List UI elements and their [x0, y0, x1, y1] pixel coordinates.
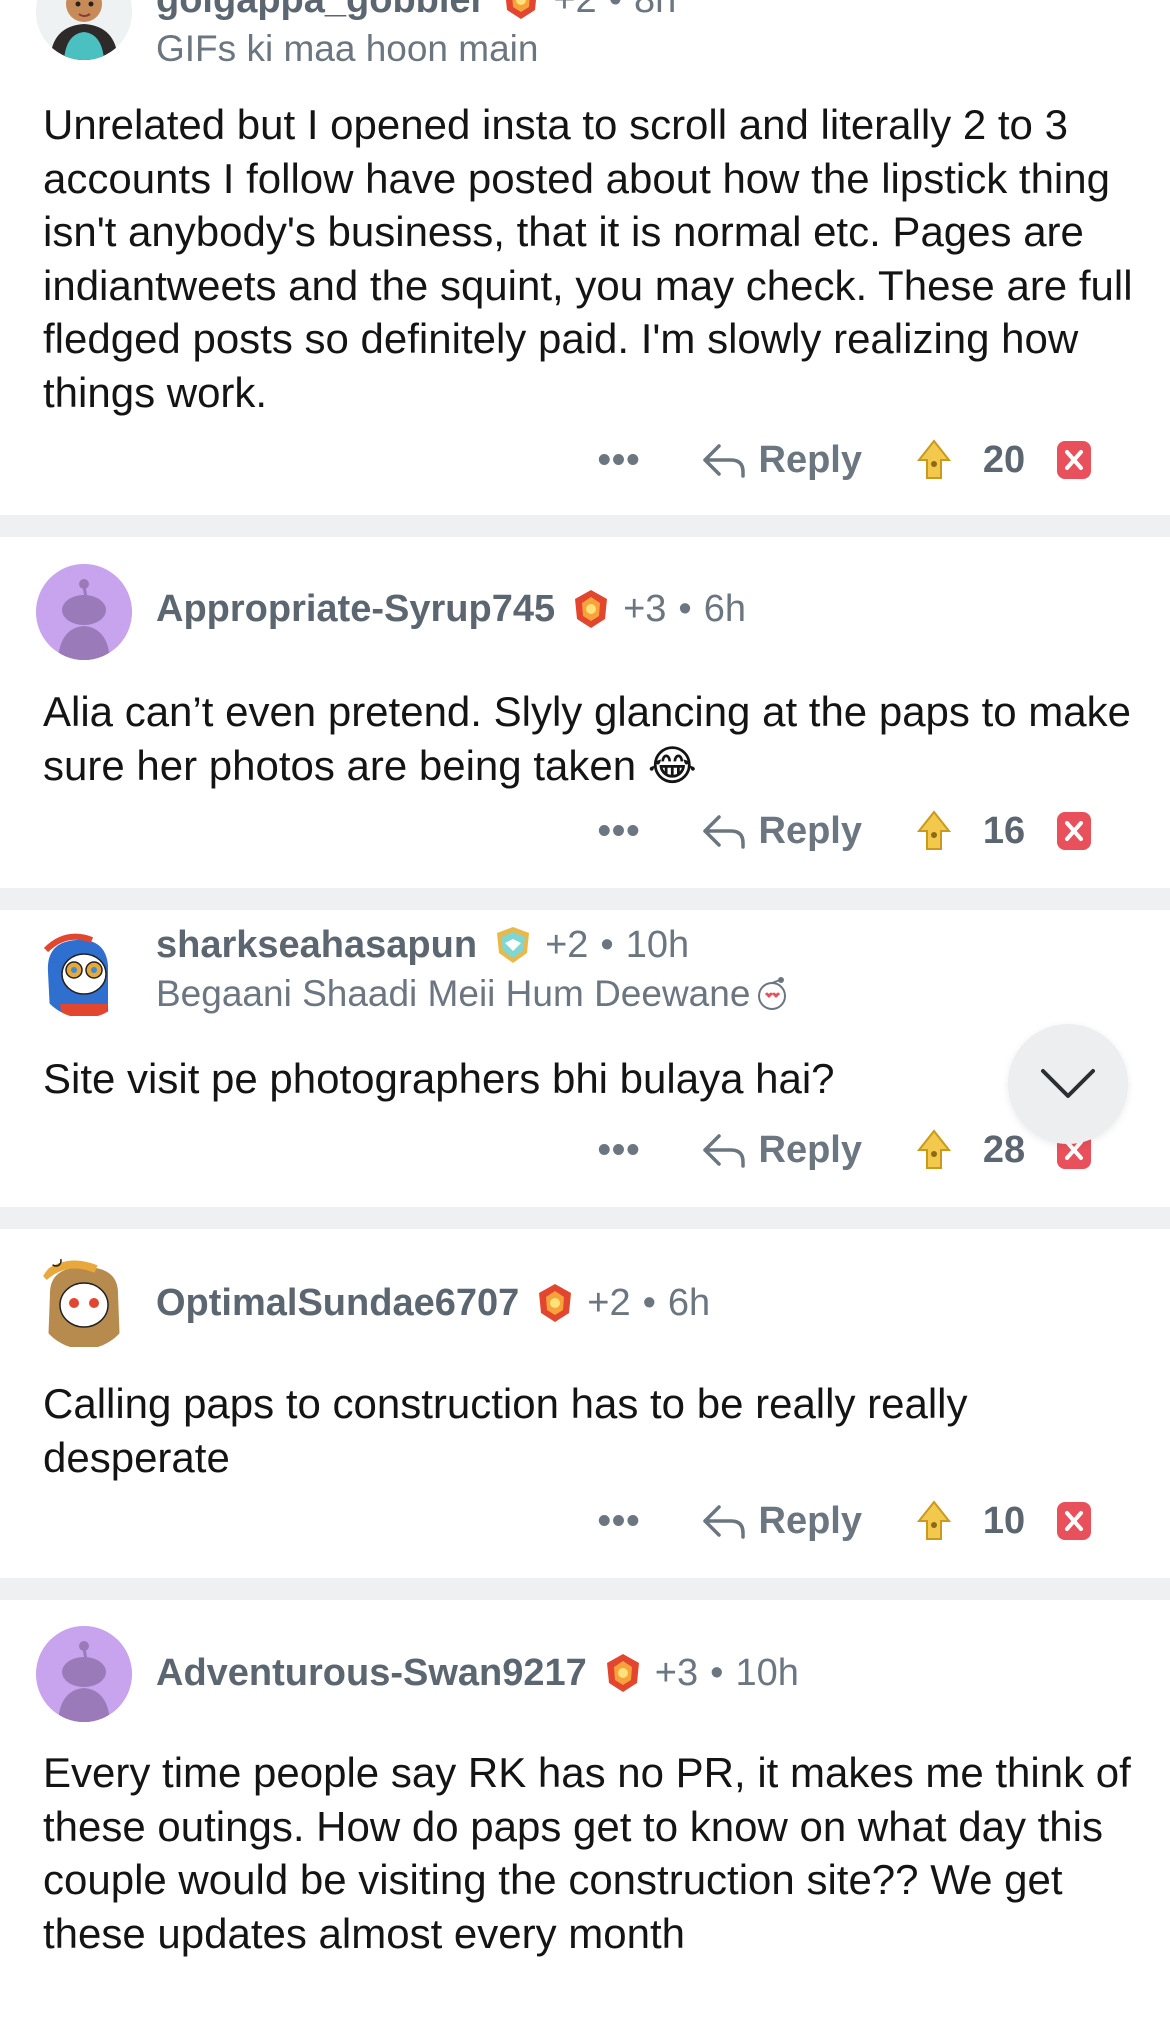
default-avatar-icon [36, 1626, 132, 1722]
comment-separator [0, 888, 1170, 910]
comment-age: 6h [703, 587, 747, 630]
avatar[interactable] [36, 564, 132, 660]
user-flair: Begaani Shaadi Meii Hum Deewane [156, 973, 792, 1015]
achievement-badge-icon[interactable] [569, 587, 613, 631]
comment-age: 6h [667, 1281, 711, 1324]
reply-button[interactable]: Reply [701, 810, 862, 853]
reply-arrow-icon [702, 444, 745, 478]
comment-meta: sharkseahasapun +2 • 10h [156, 923, 689, 967]
upvote-icon[interactable] [914, 809, 954, 853]
comment-meta: Adventurous-Swan9217 +3 • 10h [156, 1651, 799, 1695]
comment-separator [0, 1207, 1170, 1229]
comment-thread: golgappa_gobbler +2 • 8h GIFs ki maa hoo… [0, 0, 1170, 2025]
default-avatar-icon [36, 564, 132, 660]
custom-avatar-icon [38, 1255, 130, 1347]
achievement-badge-icon[interactable] [499, 0, 543, 22]
reply-arrow-icon [702, 1505, 745, 1539]
reply-button[interactable]: Reply [701, 439, 862, 482]
upvote-icon[interactable] [914, 1499, 954, 1543]
reply-label: Reply [758, 1128, 862, 1171]
separator-dot: • [609, 0, 622, 22]
downvote-icon[interactable] [1054, 809, 1094, 853]
comment-actions: ••• Reply 20 [598, 438, 1094, 482]
username[interactable]: Appropriate-Syrup745 [156, 588, 555, 631]
comment-age: 10h [625, 923, 690, 966]
comment-body: Calling paps to construction has to be r… [43, 1380, 968, 1481]
separator-dot: • [678, 587, 692, 630]
comment-actions: ••• Reply 28 [598, 1128, 1094, 1172]
extra-awards-count: +2 [587, 1281, 631, 1324]
reply-label: Reply [758, 438, 862, 481]
separator-dot: • [600, 923, 614, 966]
comment-age: 8h [634, 0, 676, 22]
avatar[interactable] [36, 922, 132, 1018]
separator-dot: • [710, 1651, 724, 1694]
username[interactable]: golgappa_gobbler [156, 0, 485, 22]
comment-body: Alia can’t even pretend. Slyly glancing … [43, 688, 1131, 789]
reply-label: Reply [758, 1499, 862, 1542]
custom-avatar-icon [38, 924, 130, 1016]
comment-actions: ••• Reply 16 [598, 809, 1094, 853]
avatar[interactable] [36, 1626, 132, 1722]
reply-label: Reply [758, 809, 862, 852]
comment-body: Unrelated but I opened insta to scroll a… [43, 101, 1133, 416]
vote-score: 16 [982, 809, 1026, 852]
more-options-button[interactable]: ••• [598, 439, 641, 482]
upvote-icon[interactable] [914, 438, 954, 482]
downvote-icon[interactable] [1054, 438, 1094, 482]
username[interactable]: sharkseahasapun [156, 924, 477, 967]
more-options-button[interactable]: ••• [598, 1500, 641, 1543]
vote-score: 28 [982, 1128, 1026, 1171]
snoo-heart-eyes-icon [758, 977, 787, 1010]
achievement-badge-icon[interactable] [491, 923, 535, 967]
avatar-illustration-icon [36, 0, 132, 60]
more-options-button[interactable]: ••• [598, 1129, 641, 1172]
scroll-down-button[interactable] [1008, 1024, 1128, 1144]
achievement-badge-icon[interactable] [601, 1651, 645, 1695]
comment-meta: OptimalSundae6707 +2 • 6h [156, 1281, 710, 1325]
username[interactable]: OptimalSundae6707 [156, 1282, 519, 1325]
user-flair-text: Begaani Shaadi Meii Hum Deewane [156, 973, 751, 1014]
avatar[interactable] [36, 0, 132, 60]
more-options-button[interactable]: ••• [598, 810, 641, 853]
separator-dot: • [642, 1281, 656, 1324]
comment-meta: Appropriate-Syrup745 +3 • 6h [156, 587, 746, 631]
comment-body: Every time people say RK has no PR, it m… [43, 1749, 1131, 1957]
reply-button[interactable]: Reply [701, 1129, 862, 1172]
extra-awards-count: +3 [623, 587, 667, 630]
downvote-icon[interactable] [1054, 1499, 1094, 1543]
user-flair: GIFs ki maa hoon main [156, 28, 539, 69]
chevron-down-icon [1041, 1069, 1095, 1098]
upvote-icon[interactable] [914, 1128, 954, 1172]
achievement-badge-icon[interactable] [533, 1281, 577, 1325]
comment-age: 10h [735, 1651, 799, 1694]
extra-awards-count: +2 [545, 923, 589, 966]
comment-separator [0, 1578, 1170, 1600]
reply-button[interactable]: Reply [701, 1500, 862, 1543]
comment-separator [0, 515, 1170, 537]
extra-awards-count: +2 [553, 0, 596, 22]
comment-actions: ••• Reply 10 [598, 1499, 1094, 1543]
vote-score: 20 [982, 438, 1026, 481]
extra-awards-count: +3 [654, 1651, 699, 1694]
reply-arrow-icon [702, 1134, 745, 1168]
comment-body: Site visit pe photographers bhi bulaya h… [43, 1055, 835, 1102]
comment-meta: golgappa_gobbler +2 • 8h [156, 0, 676, 22]
reply-arrow-icon [702, 815, 745, 849]
vote-score: 10 [982, 1499, 1026, 1542]
avatar[interactable] [36, 1253, 132, 1349]
username[interactable]: Adventurous-Swan9217 [156, 1652, 587, 1695]
